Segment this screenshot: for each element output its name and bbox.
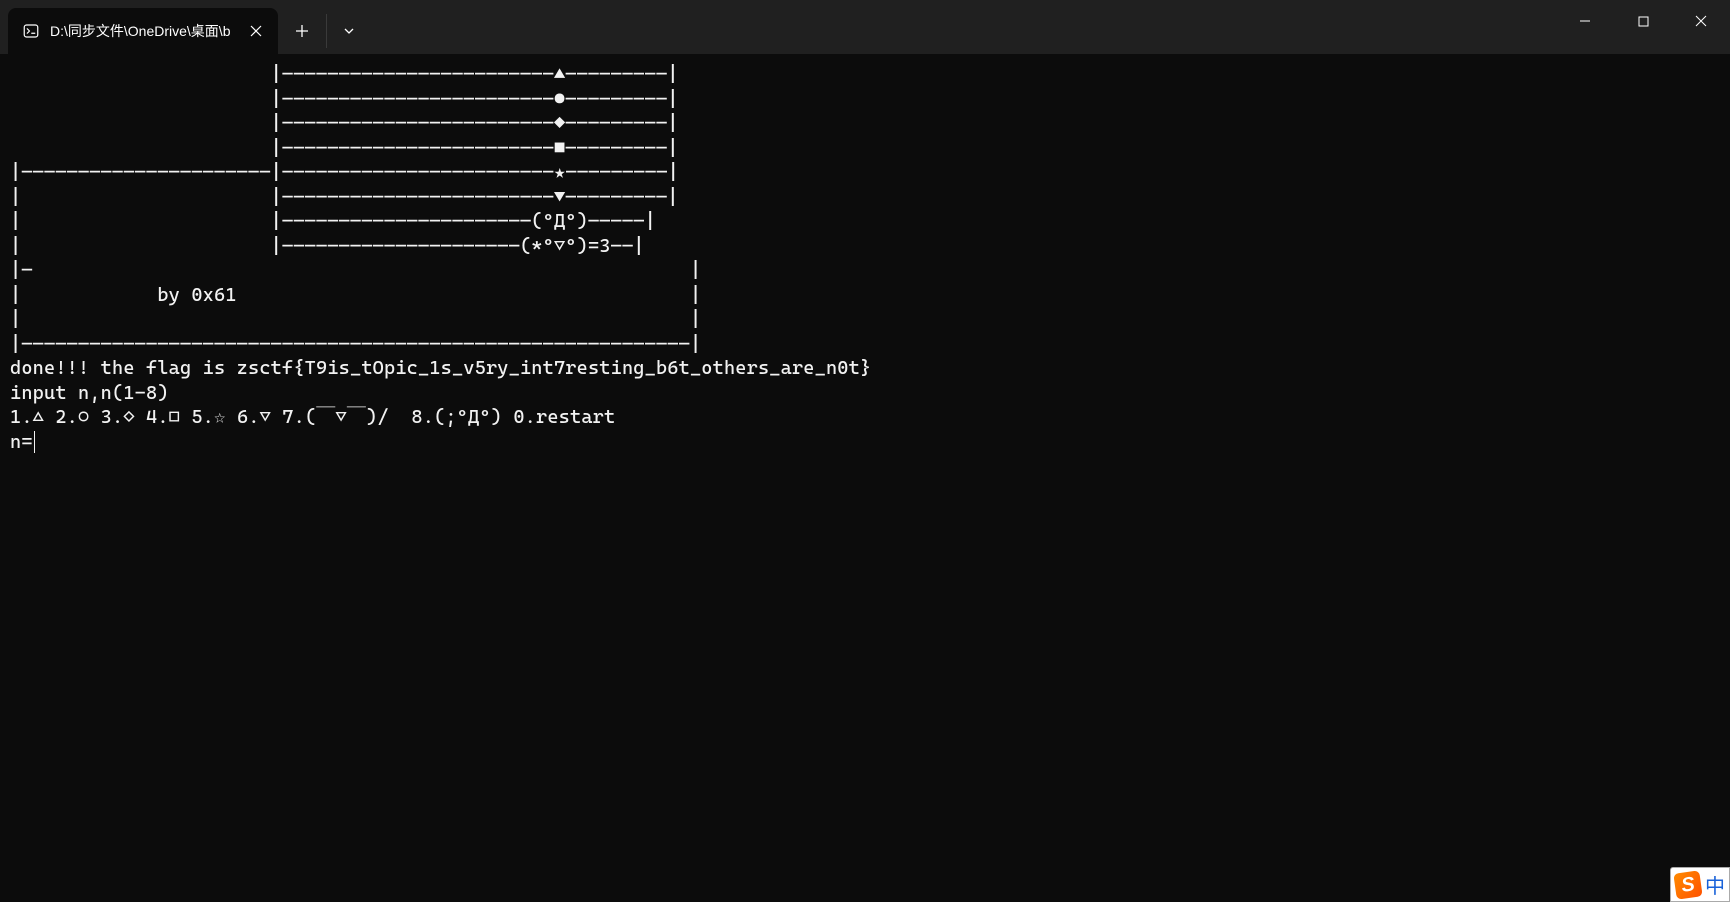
new-tab-button[interactable] <box>282 8 322 54</box>
sogou-icon: S <box>1673 870 1702 899</box>
tab-divider <box>326 14 327 48</box>
window-controls <box>1556 0 1730 54</box>
maximize-button[interactable] <box>1614 0 1672 42</box>
input-prompt-line: input n,n(1-8) <box>10 382 169 404</box>
active-tab[interactable]: D:\同步文件\OneDrive\桌面\b <box>8 8 278 54</box>
ime-language-label: 中 <box>1705 870 1725 899</box>
minimize-button[interactable] <box>1556 0 1614 42</box>
text-cursor <box>34 431 35 453</box>
options-line: 1.△ 2.○ 3.◇ 4.□ 5.☆ 6.▽ 7.(￣▽￣)/ 8.(;ºДº… <box>10 406 615 428</box>
terminal-output[interactable]: |————————————————————————▲—————————| |——… <box>0 54 1730 458</box>
ascii-art: |————————————————————————▲—————————| |——… <box>10 63 701 355</box>
titlebar: D:\同步文件\OneDrive\桌面\b <box>0 0 1730 54</box>
ime-indicator[interactable]: S 中 <box>1670 867 1730 902</box>
titlebar-drag-region[interactable] <box>367 0 1556 54</box>
terminal-icon <box>22 22 40 40</box>
tab-title: D:\同步文件\OneDrive\桌面\b <box>50 21 230 41</box>
done-line: done!!! the flag is zsctf{T9is_tOpic_1s_… <box>10 357 871 379</box>
close-window-button[interactable] <box>1672 0 1730 42</box>
cursor-line: n= <box>10 431 33 453</box>
close-tab-button[interactable] <box>246 21 266 41</box>
tab-dropdown-button[interactable] <box>331 8 367 54</box>
